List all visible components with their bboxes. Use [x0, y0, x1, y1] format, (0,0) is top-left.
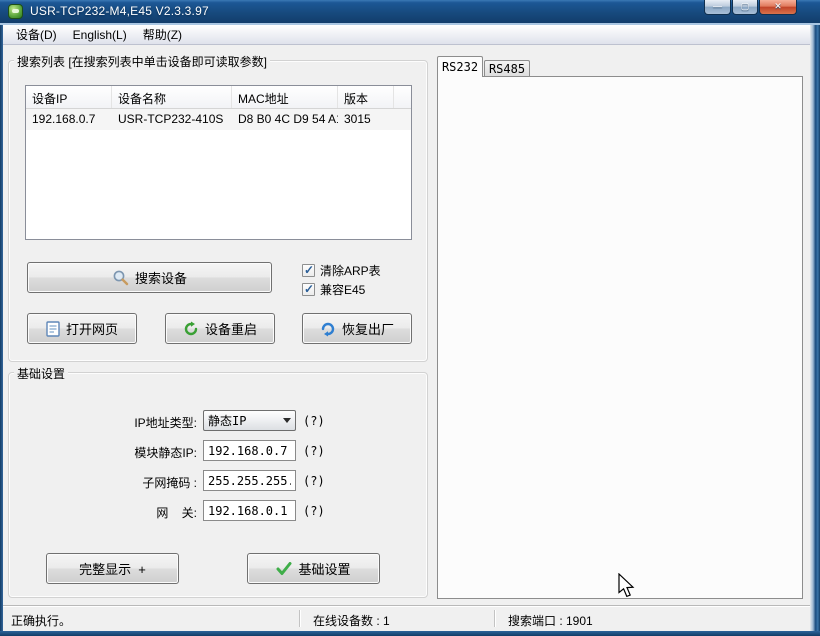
menu-device[interactable]: 设备(D): [8, 24, 65, 45]
status-execution: 正确执行。: [11, 612, 71, 629]
rs232-tab-page: [437, 76, 803, 599]
compat-e45-checkbox[interactable]: 兼容E45: [302, 282, 365, 297]
webpage-icon: [46, 321, 60, 337]
column-header-device-name[interactable]: 设备名称: [112, 86, 232, 108]
restart-icon: [183, 321, 199, 337]
cell-version: 3015: [338, 109, 394, 130]
close-button[interactable]: ✕: [759, 0, 797, 15]
status-divider: [494, 610, 495, 627]
minimize-button[interactable]: —: [704, 0, 731, 15]
subnet-mask-input[interactable]: [203, 470, 296, 491]
tab-rs485[interactable]: RS485: [484, 60, 530, 77]
ip-type-value: 静态IP: [204, 412, 279, 429]
column-header-mac[interactable]: MAC地址: [232, 86, 338, 108]
table-row[interactable]: 192.168.0.7 USR-TCP232-410S D8 B0 4C D9 …: [26, 109, 411, 130]
cell-mac: D8 B0 4C D9 54 A1: [232, 109, 338, 130]
basic-settings-apply-label: 基础设置: [298, 559, 350, 578]
clear-arp-label: 清除ARP表: [320, 262, 381, 279]
static-ip-label: 模块静态IP:: [27, 444, 197, 461]
ip-type-label: IP地址类型:: [27, 414, 197, 431]
column-header-device-ip[interactable]: 设备IP: [26, 86, 112, 108]
factory-reset-button[interactable]: 恢复出厂: [302, 313, 412, 344]
checkbox-icon: [302, 264, 315, 277]
open-webpage-button[interactable]: 打开网页: [27, 313, 137, 344]
column-header-version[interactable]: 版本: [338, 86, 394, 108]
full-display-label: 完整显示 +: [79, 559, 146, 578]
window-title: USR-TCP232-M4,E45 V2.3.3.97: [30, 4, 209, 18]
green-check-icon: [276, 562, 292, 576]
window-controls: — ▢ ✕: [703, 0, 797, 15]
status-search-port: 搜索端口 : 1901: [508, 612, 593, 629]
search-device-label: 搜索设备: [135, 268, 187, 287]
status-divider: [299, 610, 300, 627]
status-online-devices: 在线设备数 : 1: [313, 612, 390, 629]
full-display-button[interactable]: 完整显示 +: [46, 553, 179, 584]
ip-type-help[interactable]: (?): [303, 414, 325, 428]
app-window: USR-TCP232-M4,E45 V2.3.3.97 — ▢ ✕ 设备(D) …: [0, 0, 820, 636]
clear-arp-checkbox[interactable]: 清除ARP表: [302, 263, 381, 278]
subnet-mask-label: 子网掩码 :: [27, 474, 197, 491]
basic-settings-group-title: 基础设置: [14, 365, 68, 382]
ip-type-select[interactable]: 静态IP: [203, 410, 296, 431]
checkbox-icon: [302, 283, 315, 296]
factory-reset-icon: [320, 321, 336, 337]
cell-device-ip: 192.168.0.7: [26, 109, 112, 130]
cell-device-name: USR-TCP232-410S: [112, 109, 232, 130]
tab-rs232[interactable]: RS232: [437, 56, 483, 77]
maximize-button[interactable]: ▢: [732, 0, 758, 15]
gateway-label: 网 关:: [27, 504, 197, 521]
chevron-down-icon: [279, 418, 295, 423]
device-restart-button[interactable]: 设备重启: [165, 313, 275, 344]
search-list-group-title: 搜索列表 [在搜索列表中单击设备即可读取参数]: [14, 53, 270, 70]
window-border-bottom: [0, 631, 820, 636]
app-icon: [8, 4, 23, 19]
mouse-cursor-icon: [617, 573, 636, 599]
subnet-mask-help[interactable]: (?): [303, 474, 325, 488]
device-table[interactable]: 设备IP 设备名称 MAC地址 版本 192.168.0.7 USR-TCP23…: [25, 85, 412, 240]
open-webpage-label: 打开网页: [66, 319, 118, 338]
device-table-header: 设备IP 设备名称 MAC地址 版本: [26, 86, 411, 109]
gateway-input[interactable]: [203, 500, 296, 521]
status-bar: 正确执行。 在线设备数 : 1 搜索端口 : 1901: [3, 605, 810, 631]
basic-settings-apply-button[interactable]: 基础设置: [247, 553, 380, 584]
menu-bar: 设备(D) English(L) 帮助(Z): [3, 25, 810, 45]
menu-english[interactable]: English(L): [65, 26, 135, 44]
window-border-right: [810, 25, 820, 636]
title-bar[interactable]: USR-TCP232-M4,E45 V2.3.3.97: [0, 0, 820, 25]
compat-e45-label: 兼容E45: [320, 281, 365, 298]
static-ip-input[interactable]: [203, 440, 296, 461]
search-device-button[interactable]: 搜索设备: [27, 262, 272, 293]
menu-help[interactable]: 帮助(Z): [135, 24, 190, 45]
device-restart-label: 设备重启: [205, 319, 257, 338]
factory-reset-label: 恢复出厂: [342, 319, 394, 338]
magnifier-icon: [112, 269, 129, 286]
static-ip-help[interactable]: (?): [303, 444, 325, 458]
window-border-left: [0, 25, 3, 636]
gateway-help[interactable]: (?): [303, 504, 325, 518]
